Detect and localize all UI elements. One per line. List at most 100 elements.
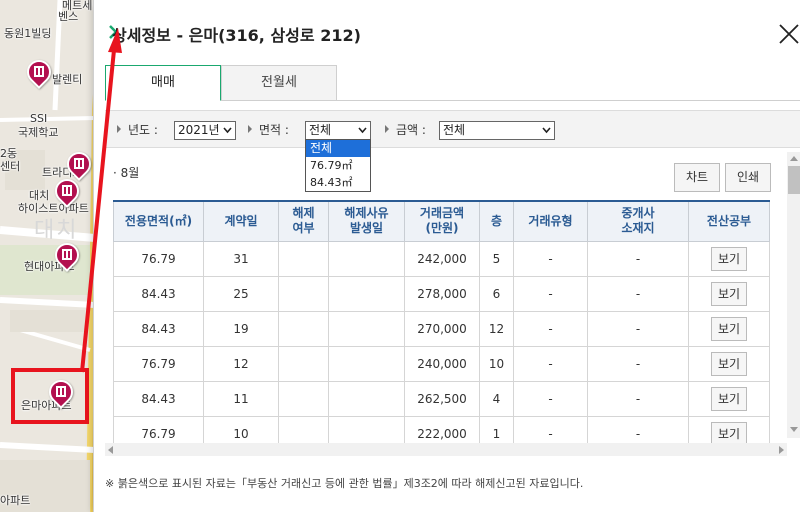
apartment-pin-icon[interactable] (22, 55, 56, 92)
view-record-button[interactable]: 보기 (711, 316, 747, 341)
table-column-header: 거래금액 (만원) (404, 200, 480, 242)
tab-sale[interactable]: 매매 (105, 65, 221, 101)
price-select[interactable]: 전체 (439, 121, 555, 140)
area-option[interactable]: 전체 (306, 140, 370, 157)
table-cell: 10 (479, 345, 514, 382)
tab-rent[interactable]: 전월세 (221, 65, 337, 101)
table-cell: 4 (479, 380, 514, 417)
map-label: 국제학교 (18, 126, 59, 139)
table-cell: 보기 (688, 345, 770, 382)
modal-header: 상세정보 - 은마(316, 삼성로 212) (94, 0, 800, 64)
view-record-button[interactable]: 보기 (711, 246, 747, 271)
table-cell (278, 240, 329, 277)
scroll-up-icon[interactable] (790, 156, 798, 161)
view-record-button[interactable]: 보기 (711, 421, 747, 443)
table-cell (328, 380, 405, 417)
scroll-right-icon[interactable] (779, 446, 784, 454)
area-option[interactable]: 76.79㎡ (306, 157, 370, 174)
map-district-label: 대치 (34, 218, 79, 243)
table-column-header: 해제 여부 (278, 200, 329, 242)
month-heading: · 8월 (113, 166, 140, 180)
table-row: 84.43 25 278,000 6- - 보기 (113, 275, 770, 312)
transaction-table-container[interactable]: 전용면적(㎡) 계약일 해제 여부 해제사유 발생일 거래금액 (만원) 층 거래유형 중개사… (113, 200, 787, 443)
selected-apartment-highlight (11, 368, 89, 424)
view-record-button[interactable]: 보기 (711, 386, 747, 411)
table-cell: - (587, 415, 689, 443)
table-cell: 242,000 (404, 240, 480, 277)
table-cell: 10 (203, 415, 279, 443)
table-body: 76.79 31 242,000 5- - 보기 84.43 25 278,000 6- - 보기 84… (113, 240, 770, 443)
table-column-header: 층 (479, 200, 514, 242)
table-cell: - (513, 310, 588, 347)
table-cell: - (587, 310, 689, 347)
year-select[interactable]: 2021년 (174, 121, 236, 140)
table-column-header: 중개사 소재지 (587, 200, 689, 242)
close-icon[interactable] (777, 22, 800, 46)
table-cell (328, 415, 405, 443)
print-button[interactable]: 인쇄 (725, 163, 771, 192)
table-cell: 84.43 (113, 310, 204, 347)
table-cell: 84.43 (113, 380, 204, 417)
trade-tabs: 매매 전월세 (105, 65, 800, 101)
table-column-header: 계약일 (203, 200, 279, 242)
detail-modal: 상세정보 - 은마(316, 삼성로 212) 매매 전월세 년도 : 2021… (93, 0, 800, 512)
table-cell: - (513, 415, 588, 443)
chevron-down-icon (358, 127, 367, 134)
table-cell (328, 240, 405, 277)
map-label: 발렌티 (52, 73, 83, 86)
table-cell: - (587, 275, 689, 312)
table-cell: - (587, 380, 689, 417)
table-cell (278, 275, 329, 312)
area-select[interactable]: 전체 (305, 121, 371, 140)
table-cell: - (587, 240, 689, 277)
horizontal-scrollbar[interactable] (105, 443, 787, 456)
table-cell: 84.43 (113, 275, 204, 312)
modal-title: 상세정보 - 은마(316, 삼성로 212) (112, 26, 361, 45)
table-cell: - (513, 345, 588, 382)
table-cell: 11 (203, 380, 279, 417)
apartment-pin-icon[interactable] (50, 174, 84, 211)
area-option[interactable]: 84.43㎡ (306, 174, 370, 191)
table-row: 84.43 11 262,500 4- - 보기 (113, 380, 770, 417)
table-cell (328, 345, 405, 382)
area-filter-label: 면적 : (248, 121, 289, 139)
table-row: 76.79 31 242,000 5- - 보기 (113, 240, 770, 277)
vertical-scrollbar[interactable] (787, 152, 800, 438)
table-cell: 222,000 (404, 415, 480, 443)
chart-button[interactable]: 차트 (674, 163, 720, 192)
table-cell: 278,000 (404, 275, 480, 312)
table-cell: 보기 (688, 240, 770, 277)
transaction-table: 전용면적(㎡) 계약일 해제 여부 해제사유 발생일 거래금액 (만원) 층 거래유형 중개사… (113, 200, 770, 443)
table-cell: 보기 (688, 275, 770, 312)
scroll-down-icon[interactable] (790, 427, 798, 432)
table-header-row: 전용면적(㎡) 계약일 해제 여부 해제사유 발생일 거래금액 (만원) 층 거래유형 중개사… (113, 200, 770, 242)
table-cell: 보기 (688, 415, 770, 443)
view-record-button[interactable]: 보기 (711, 281, 747, 306)
table-cell: 5 (479, 240, 514, 277)
table-column-header: 해제사유 발생일 (328, 200, 405, 242)
table-cell (278, 380, 329, 417)
table-column-header: 거래유형 (513, 200, 588, 242)
table-cell: 76.79 (113, 415, 204, 443)
table-cell: 31 (203, 240, 279, 277)
bullet-arrow-icon (248, 125, 252, 133)
table-cell: 270,000 (404, 310, 480, 347)
year-filter-label: 년도 : (117, 121, 158, 139)
price-filter-label: 금액 : (385, 121, 426, 139)
filter-bar: 년도 : 2021년 면적 : 전체 금액 : 전체 (105, 110, 800, 148)
scroll-left-icon[interactable] (108, 446, 113, 454)
map-label: 아파트 (0, 494, 31, 507)
apartment-pin-icon[interactable] (50, 238, 84, 275)
table-cell: 12 (479, 310, 514, 347)
scrollbar-thumb[interactable] (788, 166, 800, 194)
table-cell (328, 275, 405, 312)
tab-divider (221, 100, 800, 101)
table-cell: 6 (479, 275, 514, 312)
table-row: 76.79 10 222,000 1- - 보기 (113, 415, 770, 443)
table-cell: 12 (203, 345, 279, 382)
bullet-arrow-icon (117, 125, 121, 133)
table-column-header: 전용면적(㎡) (113, 200, 204, 242)
map-label: 동원1빌딩 (4, 27, 52, 40)
view-record-button[interactable]: 보기 (711, 351, 747, 376)
table-column-header: 전산공부 (688, 200, 770, 242)
